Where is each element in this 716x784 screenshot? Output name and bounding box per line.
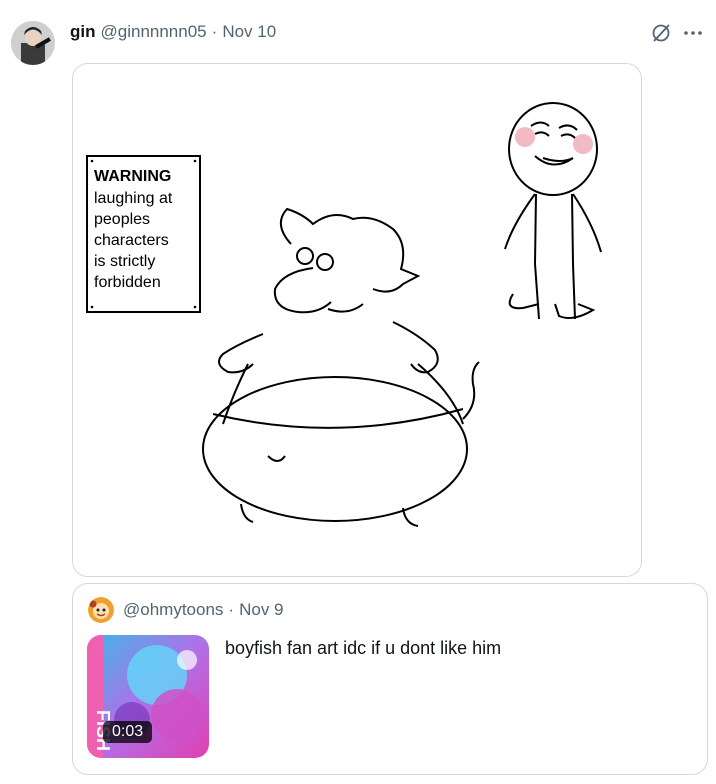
separator-dot: · [211,22,218,41]
tweet-header: gin @ginnnnnn05 · Nov 10 [70,21,276,43]
grok-icon[interactable] [650,22,672,44]
header-actions [650,22,704,44]
warning-line-2: laughing at [94,190,173,207]
tweet-media-image[interactable]: WARNING laughing at peoples characters i… [72,63,642,577]
warning-line-5: is strictly [94,253,155,270]
author-handle[interactable]: @ginnnnnn05 [101,22,207,42]
video-duration-badge: 0:03 [103,721,153,743]
quoted-tweet-text: boyfish fan art idc if u dont like him [225,638,502,658]
warning-line-6: forbidden [94,274,161,291]
warning-line-1: WARNING [94,168,171,185]
author-name[interactable]: gin [70,22,96,42]
quoted-tweet-date[interactable]: Nov 9 [239,600,283,620]
quoted-tweet-header: @ohmytoons · Nov 9 [123,600,284,620]
quoted-author-handle[interactable]: @ohmytoons [123,600,223,620]
warning-line-3: peoples [94,211,150,228]
quoted-author-avatar[interactable] [88,597,114,623]
warning-sign: WARNING laughing at peoples characters i… [86,155,201,313]
author-avatar[interactable] [11,21,55,65]
quoted-tweet-card[interactable]: @ohmytoons · Nov 9 FISH 0:03 boyfish fan… [72,583,708,775]
quoted-video-thumbnail[interactable]: FISH 0:03 [87,635,209,758]
separator-dot: · [228,600,235,619]
more-dots-icon[interactable] [682,22,704,44]
warning-line-4: characters [94,232,169,249]
tweet-date[interactable]: Nov 10 [222,22,276,42]
